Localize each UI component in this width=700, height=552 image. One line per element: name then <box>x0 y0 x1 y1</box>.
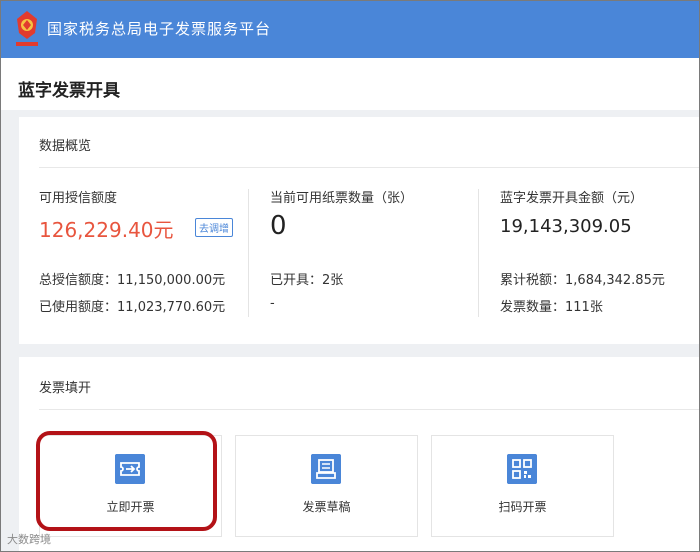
tax-value: 1,684,342.85元 <box>565 273 665 288</box>
watermark: 大数跨境 <box>7 533 51 546</box>
amount-value: 19,143,309.05 <box>500 216 632 237</box>
top-header: 国家税务总局电子发票服务平台 <box>1 1 699 58</box>
data-overview-card: 数据概览 可用授信额度 126,229.40元 去调增 总授信额度：11,150… <box>19 117 699 344</box>
amount-label: 蓝字发票开具金额（元） <box>500 191 644 206</box>
issue-now-tile[interactable]: 立即开票 <box>39 435 222 537</box>
paper-label: 当前可用纸票数量（张） <box>270 191 414 206</box>
scan-issue-label: 扫码开票 <box>498 500 547 514</box>
issued-line: 已开具：2张 <box>270 269 343 288</box>
total-credit-label: 总授信额度： <box>39 273 118 288</box>
invoice-draft-label: 发票草稿 <box>302 500 351 514</box>
count-value: 111张 <box>565 300 603 315</box>
paper-value: 0 <box>270 211 287 241</box>
issued-value: 2张 <box>322 273 344 288</box>
page-title: 蓝字发票开具 <box>18 81 120 101</box>
count-line: 发票数量：111张 <box>500 296 603 315</box>
count-label: 发票数量： <box>500 300 566 315</box>
column-divider <box>248 189 249 317</box>
credit-value: 126,229.40元 <box>39 218 174 242</box>
invoice-draft-icon <box>311 454 341 484</box>
tax-label: 累计税额： <box>500 273 566 288</box>
paper-extra: - <box>270 296 275 311</box>
issued-label: 已开具： <box>270 273 323 288</box>
overview-title: 数据概览 <box>39 139 92 154</box>
fill-divider <box>39 409 699 410</box>
used-credit-line: 已使用额度：11,023,770.60元 <box>39 296 225 315</box>
credit-label: 可用授信额度 <box>39 191 118 206</box>
used-credit-value: 11,023,770.60元 <box>117 300 226 315</box>
column-divider <box>478 189 479 317</box>
scan-issue-tile[interactable]: 扫码开票 <box>431 435 614 537</box>
page-title-bar: 蓝字发票开具 <box>1 58 699 110</box>
qr-code-icon <box>507 454 537 484</box>
issue-invoice-icon <box>115 454 145 484</box>
tax-emblem-icon <box>16 11 38 46</box>
invoice-fill-card: 发票填开 立即开票 发票草稿 扫码开票 <box>19 357 699 551</box>
tax-line: 累计税额：1,684,342.85元 <box>500 269 665 288</box>
used-credit-label: 已使用额度： <box>39 300 118 315</box>
total-credit-line: 总授信额度：11,150,000.00元 <box>39 269 225 288</box>
overview-divider <box>39 167 699 168</box>
adjust-credit-button[interactable]: 去调增 <box>195 218 233 237</box>
invoice-draft-tile[interactable]: 发票草稿 <box>235 435 418 537</box>
app-window: 国家税务总局电子发票服务平台 蓝字发票开具 数据概览 可用授信额度 126,22… <box>0 0 700 552</box>
issue-now-label: 立即开票 <box>106 500 155 514</box>
total-credit-value: 11,150,000.00元 <box>117 273 226 288</box>
app-title: 国家税务总局电子发票服务平台 <box>47 20 272 38</box>
fill-title: 发票填开 <box>39 381 92 396</box>
